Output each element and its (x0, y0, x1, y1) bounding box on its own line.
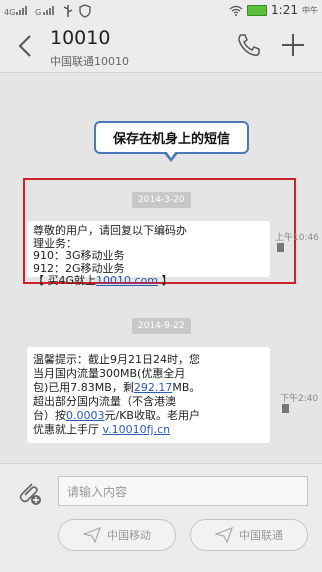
date-separator: 2014-9-22 (132, 318, 191, 334)
send-button-label: 中国移动 (107, 529, 151, 542)
conversation-header: 10010 中国联通10010 (0, 22, 322, 73)
sim-icon (282, 404, 289, 413)
clock-period: 中午 (302, 5, 318, 15)
composer: 请输入内容 中国移动 中国联通 (0, 463, 322, 572)
message-text: 】 (158, 274, 173, 287)
add-icon[interactable] (280, 32, 306, 58)
message-line: 优惠就上手厅 v.10010fj.cn (33, 423, 264, 437)
svg-text:4G: 4G (4, 8, 15, 17)
battery-icon (247, 4, 268, 16)
message-bubble[interactable]: 尊敬的用户，请回复以下编码办 理业务： 910：3G移动业务 912：2G移动业… (27, 221, 270, 287)
signal-4g-icon: 4G (4, 6, 27, 17)
send-button-sim2[interactable]: 中国联通 (190, 519, 308, 551)
status-left: 4G G (4, 4, 91, 18)
clock: 1:21 (271, 3, 298, 17)
send-button-sim1[interactable]: 中国移动 (58, 519, 176, 551)
message-time: 下午2:40 (280, 391, 322, 414)
message-line: 910：3G移动业务 (33, 249, 125, 262)
sim-icon (277, 243, 284, 252)
message-time-text: 下午2:40 (280, 394, 319, 404)
status-right: 1:21 中午 (229, 3, 318, 17)
message-line: 温馨提示：截止9月21日24时，您 (33, 353, 200, 366)
message-link[interactable]: 0.0003 (66, 409, 105, 422)
contact-name: 中国联通10010 (50, 55, 129, 68)
back-arrow-icon[interactable] (14, 32, 38, 60)
send-button-label: 中国联通 (239, 529, 283, 542)
send-icon (215, 526, 233, 544)
shield-icon (79, 4, 91, 18)
message-line: 超出部分国内流量（不含港澳 (33, 395, 176, 408)
message-link[interactable]: v.10010fj.cn (103, 423, 171, 436)
message-line: 【 买4G就上10010.com 】 (33, 274, 264, 288)
callout-tail-fill (166, 151, 176, 158)
message-line: 包)已用7.83MB，剩292.17MB。 (33, 381, 264, 395)
message-text: 元/KB收取。老用户 (104, 409, 200, 422)
message-text: 【 买4G就上 (33, 274, 97, 287)
message-text: 包)已用7.83MB，剩 (33, 381, 134, 394)
message-input[interactable]: 请输入内容 (58, 476, 308, 506)
message-bubble[interactable]: 温馨提示：截止9月21日24时，您 当月国内流量300MB(优惠全月 包)已用7… (27, 347, 270, 443)
message-link[interactable]: 292.17 (134, 381, 173, 394)
contact-number: 10010 (50, 27, 111, 49)
phone-icon[interactable] (236, 32, 262, 58)
message-line: 台）按0.0003元/KB收取。老用户 (33, 409, 264, 423)
status-bar: 4G G 1:21 中午 (0, 0, 322, 22)
svg-text:G: G (35, 8, 41, 17)
message-link[interactable]: 10010.com (96, 274, 158, 287)
callout-text: 保存在机身上的短信 (112, 132, 230, 147)
message-time: 上午10:46 (275, 230, 322, 253)
message-text: 台）按 (33, 409, 66, 422)
message-time-text: 上午10:46 (275, 233, 319, 243)
message-line: 尊敬的用户，请回复以下编码办 (33, 224, 187, 237)
wifi-icon (229, 5, 243, 16)
signal-g-icon: G (35, 6, 54, 17)
attachment-icon[interactable] (14, 478, 44, 508)
annotation-callout: 保存在机身上的短信 (94, 121, 249, 154)
message-text: 优惠就上手厅 (33, 423, 103, 436)
usb-icon (63, 5, 73, 17)
message-line: 当月国内流量300MB(优惠全月 (33, 367, 186, 380)
message-text: MB。 (172, 381, 201, 394)
send-icon (83, 526, 101, 544)
